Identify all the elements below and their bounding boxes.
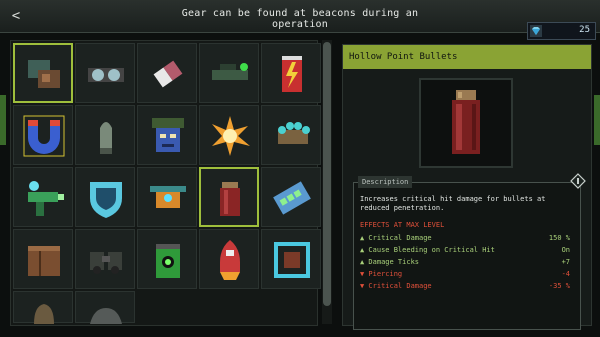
gear-slot[interactable] [199, 43, 259, 103]
pill-icon [153, 60, 183, 88]
shield-icon [90, 182, 122, 218]
scope-icon [212, 63, 248, 80]
diamond-info-icon[interactable] [570, 173, 586, 189]
hollow-point-bullets-icon [220, 182, 240, 216]
effect-name: ▲ Critical Damage [360, 234, 432, 242]
explosion-icon [212, 116, 250, 156]
hollow-point-bullets-large-icon [452, 90, 480, 154]
gear-slot[interactable] [13, 43, 73, 103]
left-edge-tab[interactable] [0, 95, 6, 145]
grid-scrollbar[interactable] [322, 40, 332, 324]
effect-value: 150 % [548, 234, 570, 242]
gear-slot[interactable] [199, 229, 259, 289]
top-bar: < Gear can be found at beacons during an… [0, 0, 600, 33]
currency-value: 25 [579, 25, 590, 35]
gear-slot[interactable] [75, 105, 135, 165]
ray-gun-icon [28, 181, 64, 216]
effect-name: ▼ Piercing [360, 270, 403, 278]
description-box: Description Increases critical hit damag… [353, 173, 586, 330]
effect-row: ▼ Piercing -4 [360, 269, 572, 279]
gear-grid [10, 40, 321, 326]
magnet-icon [23, 115, 65, 157]
effect-name: ▲ Damage Ticks [360, 258, 420, 266]
gear-slot[interactable] [75, 291, 135, 324]
gear-slot-hollow-point-bullets[interactable] [199, 167, 259, 227]
rocket-icon [220, 240, 240, 280]
right-edge-tab[interactable] [594, 95, 600, 145]
effect-row: ▲ Critical Damage 150 % [360, 233, 572, 243]
info-banner: Gear can be found at beacons during an o… [181, 8, 419, 30]
effects-header: EFFECTS AT MAX LEVEL [360, 221, 445, 229]
effect-name: ▼ Critical Damage [360, 282, 432, 290]
toxic-canister-icon [156, 244, 180, 278]
effect-value: +7 [561, 258, 570, 266]
currency-display: 25 [527, 22, 596, 40]
effect-value: On [561, 246, 570, 254]
diamond-gem-icon [530, 25, 542, 37]
binoculars-icon [90, 252, 122, 274]
circuit-card-icon [273, 181, 311, 215]
gear-slot[interactable] [13, 105, 73, 165]
gear-slot[interactable] [137, 105, 197, 165]
gear-slot[interactable] [75, 229, 135, 289]
back-button[interactable]: < [6, 6, 26, 26]
gear-slot[interactable] [13, 167, 73, 227]
gear-slot[interactable] [261, 167, 321, 227]
effect-name: ▲ Cause Bleeding on Critical Hit [360, 246, 495, 254]
description-tab: Description [358, 176, 413, 188]
drone-icon [150, 186, 186, 208]
gear-slot[interactable] [75, 43, 135, 103]
description-text: Increases critical hit damage for bullet… [360, 195, 546, 212]
effect-row: ▲ Cause Bleeding on Critical Hit On [360, 245, 572, 255]
gear-preview [419, 78, 513, 168]
scrollbar-thumb[interactable] [323, 42, 331, 306]
effect-row: ▼ Critical Damage -35 % [360, 281, 572, 291]
vest-icon [90, 308, 122, 324]
helmet-icon [34, 304, 54, 324]
armor-plate-icon [28, 60, 60, 88]
gear-slot[interactable] [13, 291, 73, 324]
spiked-knuckle-icon [278, 122, 310, 144]
bullet-icon [100, 122, 112, 154]
gear-title: Hollow Point Bullets [343, 45, 591, 69]
gear-slot[interactable] [261, 105, 321, 165]
effect-value: -35 % [548, 282, 570, 290]
gear-slot[interactable] [261, 43, 321, 103]
chain-frame-icon [274, 242, 310, 278]
goggles-icon [88, 68, 124, 82]
energy-drink-icon [282, 56, 302, 92]
gear-slot[interactable] [137, 43, 197, 103]
commander-face-icon [152, 118, 184, 152]
gear-slot[interactable] [137, 167, 197, 227]
effect-row: ▲ Damage Ticks +7 [360, 257, 572, 267]
gear-detail-panel: Hollow Point Bullets Description Increas… [342, 44, 592, 330]
gear-slot[interactable] [199, 105, 259, 165]
gear-slot[interactable] [75, 167, 135, 227]
crate-icon [28, 246, 60, 276]
gear-slot[interactable] [137, 229, 197, 289]
effect-value: -4 [561, 270, 570, 278]
gear-slot[interactable] [261, 229, 321, 289]
gear-slot[interactable] [13, 229, 73, 289]
